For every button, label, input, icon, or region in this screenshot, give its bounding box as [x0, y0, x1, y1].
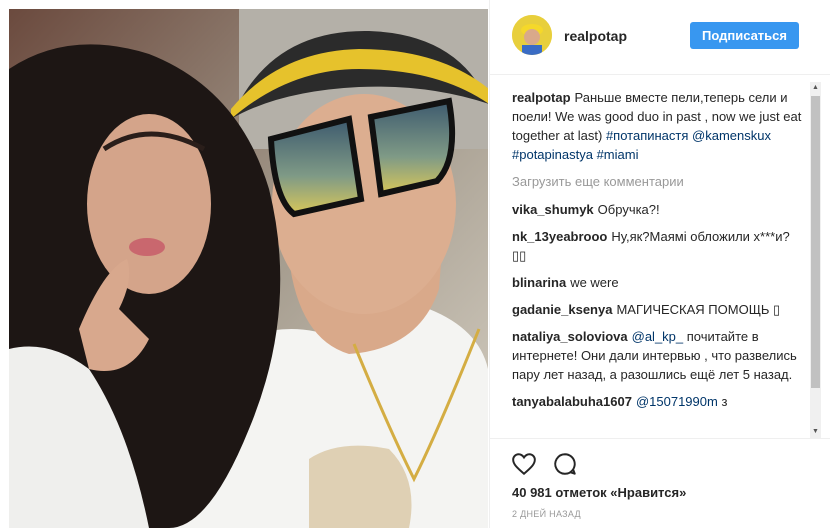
photo-illustration [9, 9, 488, 528]
post-actions: 40 981 отметок «Нравится» 2 ДНЕЙ НАЗАД [490, 438, 830, 529]
comment-mention[interactable]: @15071990m [636, 394, 718, 409]
comment-list: realpotap Раньше вместе пели,теперь сели … [512, 88, 802, 438]
comment-author[interactable]: blinarina [512, 275, 566, 290]
comment-item: gadanie_ksenya МАГИЧЕСКАЯ ПОМОЩЬ ▯ [512, 300, 802, 319]
comment-text: @15071990m з [636, 394, 727, 409]
comment-mention[interactable]: @al_kp_ [632, 329, 684, 344]
comment-text: we were [570, 275, 619, 290]
caption: realpotap Раньше вместе пели,теперь сели … [512, 88, 802, 164]
comment-item: nk_13yeabrooo Ну,як?Маямі обложили х***и?… [512, 227, 802, 265]
scrollbar-thumb[interactable] [811, 96, 820, 388]
comment-author[interactable]: gadanie_ksenya [512, 302, 612, 317]
likes-count[interactable]: 40 981 отметок «Нравится» [512, 485, 686, 500]
arrow-up-icon[interactable]: ▲ [810, 82, 821, 94]
post-timestamp[interactable]: 2 ДНЕЙ НАЗАД [512, 509, 581, 519]
follow-button[interactable]: Подписаться [690, 22, 799, 49]
comment-body: з [717, 394, 728, 409]
load-more-comments[interactable]: Загрузить еще комментарии [512, 172, 802, 191]
avatar-image [512, 15, 552, 55]
comment-author[interactable]: tanyabalabuha1607 [512, 394, 632, 409]
comment-item: nataliya_soloviova @al_kp_ почитайте в ин… [512, 327, 802, 384]
comment-text: МАГИЧЕСКАЯ ПОМОЩЬ ▯ [616, 302, 781, 317]
comment-item: blinarina we were [512, 273, 802, 292]
comments-scrollbar[interactable]: ▲ ▼ [810, 82, 821, 438]
speech-bubble-icon[interactable] [552, 451, 578, 477]
comment-author[interactable]: nataliya_soloviova [512, 329, 628, 344]
username-link[interactable]: realpotap [564, 28, 627, 44]
post-photo[interactable] [9, 9, 488, 528]
caption-author[interactable]: realpotap [512, 90, 571, 105]
comment-author[interactable]: nk_13yeabrooo [512, 229, 607, 244]
post-side-panel: realpotap Подписаться realpotap Раньше вм… [489, 0, 830, 528]
comment-item: tanyabalabuha1607 @15071990m з [512, 392, 802, 411]
comment-author[interactable]: vika_shumyk [512, 202, 594, 217]
post-header: realpotap Подписаться [490, 0, 830, 75]
arrow-down-icon[interactable]: ▼ [810, 426, 821, 438]
heart-icon[interactable] [511, 451, 537, 477]
comment-item: vika_shumyk Обручка?! [512, 200, 802, 219]
avatar[interactable] [512, 15, 552, 55]
comment-text: Обручка?! [597, 202, 660, 217]
